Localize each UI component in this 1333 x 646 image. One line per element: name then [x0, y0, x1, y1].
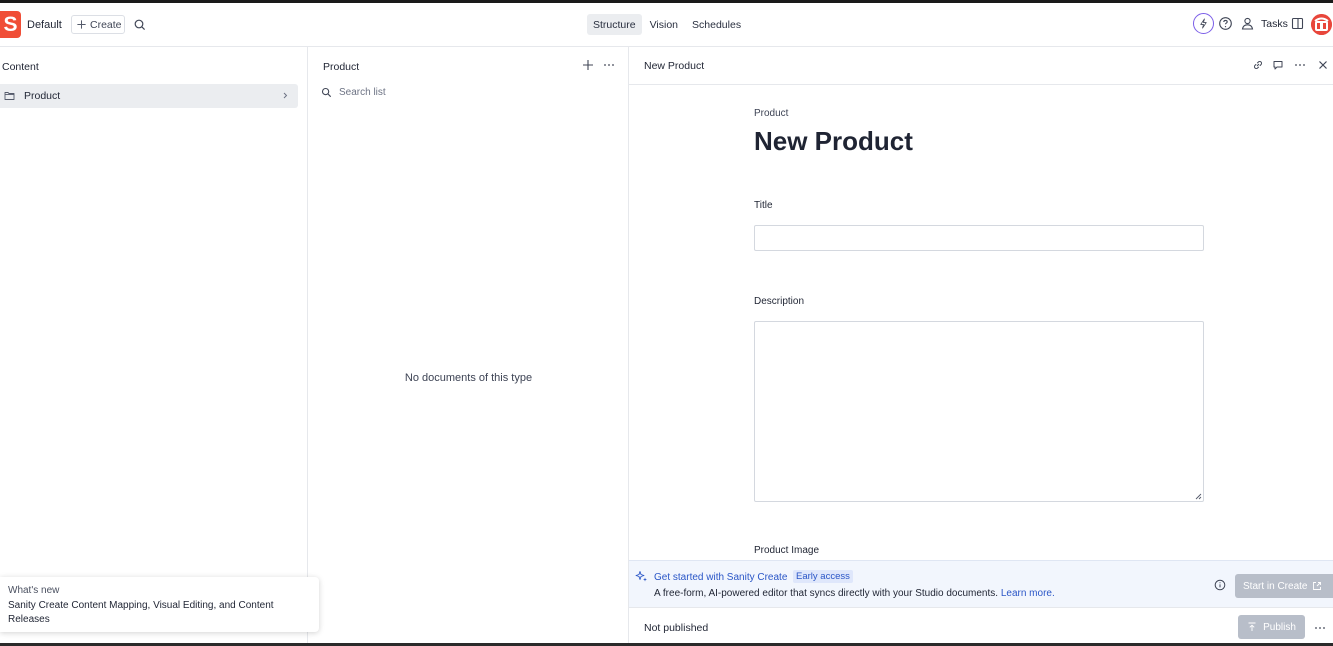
publish-status: Not published — [644, 622, 709, 634]
tab-structure[interactable]: Structure — [587, 14, 642, 35]
content-pane: Content Product — [0, 47, 308, 646]
tab-schedules[interactable]: Schedules — [686, 14, 747, 35]
whats-new-body: Sanity Create Content Mapping, Visual Ed… — [8, 600, 274, 625]
content-pane-title: Content — [2, 61, 39, 73]
product-image-field-label: Product Image — [754, 545, 820, 556]
search-icon[interactable] — [133, 18, 147, 32]
user-avatar[interactable] — [1311, 14, 1332, 35]
plus-icon — [77, 20, 86, 29]
description-field[interactable] — [754, 321, 1204, 502]
document-type-label: Product — [754, 108, 789, 119]
banner-description: A free-form, AI-powered editor that sync… — [654, 588, 1055, 599]
banner-title: Get started with Sanity Create — [654, 572, 788, 583]
comment-icon[interactable] — [1272, 59, 1284, 71]
right-toolbar: Tasks — [1193, 13, 1333, 37]
learn-more-link[interactable]: Learn more. — [1001, 588, 1055, 599]
more-icon[interactable] — [1294, 59, 1306, 71]
people-icon[interactable] — [1240, 16, 1255, 31]
top-navbar: S Default Create Structure Vision Schedu… — [0, 3, 1333, 47]
create-button[interactable]: Create — [71, 15, 125, 34]
document-header-title: New Product — [644, 60, 705, 72]
publish-button[interactable]: Publish — [1238, 615, 1305, 639]
start-in-create-label: Start in Create — [1243, 580, 1308, 592]
search-list-placeholder: Search list — [339, 87, 386, 98]
bolt-icon[interactable] — [1193, 13, 1214, 34]
resize-handle-icon[interactable] — [1194, 492, 1202, 500]
document-editor-pane: New Product Product New Product Title De… — [629, 47, 1333, 646]
empty-state-message: No documents of this type — [404, 372, 533, 384]
info-icon[interactable] — [1214, 579, 1226, 591]
description-field-label: Description — [754, 296, 805, 307]
search-icon — [321, 87, 332, 98]
help-icon[interactable] — [1218, 16, 1233, 31]
whats-new-toast[interactable]: What's new Sanity Create Content Mapping… — [0, 577, 319, 632]
document-footer: Not published Publish — [629, 607, 1333, 646]
tool-tabs: Structure Vision Schedules — [587, 14, 747, 35]
search-list-input[interactable]: Search list — [321, 87, 386, 98]
add-document-icon[interactable] — [582, 59, 594, 71]
document-title: New Product — [754, 126, 913, 156]
sanity-logo[interactable]: S — [0, 11, 21, 38]
more-icon[interactable] — [603, 59, 615, 71]
content-item-product[interactable]: Product — [0, 84, 298, 108]
chevron-right-icon — [283, 92, 288, 99]
content-item-label: Product — [24, 90, 61, 102]
early-access-badge: Early access — [793, 570, 853, 583]
document-header: New Product — [629, 47, 1333, 85]
product-list-pane: Product Search list No documents of this… — [308, 47, 629, 646]
start-in-create-button[interactable]: Start in Create — [1235, 574, 1333, 598]
title-field[interactable] — [754, 225, 1204, 251]
close-icon[interactable] — [1317, 59, 1329, 71]
create-button-label: Create — [90, 18, 122, 31]
folder-icon — [4, 92, 15, 100]
list-pane-title: Product — [323, 61, 360, 73]
panel-toggle-icon[interactable] — [1291, 17, 1304, 30]
whats-new-heading: What's new — [8, 585, 60, 596]
sparkle-icon — [635, 571, 647, 582]
title-field-label: Title — [754, 200, 773, 211]
document-form: Product New Product Title Description Pr… — [629, 85, 1333, 560]
tasks-button[interactable]: Tasks — [1261, 18, 1288, 30]
tab-vision[interactable]: Vision — [644, 14, 684, 35]
external-link-icon — [1313, 582, 1322, 590]
more-actions-icon[interactable] — [1314, 622, 1326, 634]
banner-description-text: A free-form, AI-powered editor that sync… — [654, 588, 999, 599]
link-icon[interactable] — [1252, 59, 1264, 71]
publish-icon — [1248, 622, 1256, 631]
publish-button-label: Publish — [1263, 621, 1296, 633]
sanity-create-banner: Get started with Sanity Create Early acc… — [629, 560, 1333, 607]
workspace-name[interactable]: Default — [27, 19, 62, 31]
